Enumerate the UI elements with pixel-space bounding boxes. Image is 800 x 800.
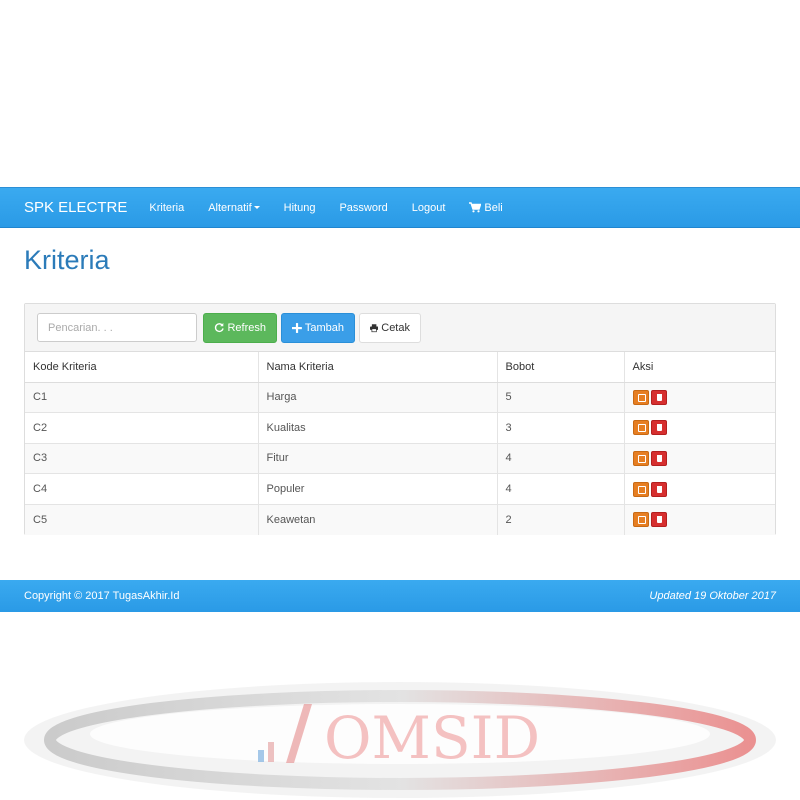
edit-icon[interactable] (632, 512, 649, 528)
refresh-button[interactable]: Refresh (203, 312, 277, 343)
column-header-nama: Nama Kriteria (258, 352, 498, 383)
column-header-aksi: Aksi (624, 352, 775, 383)
toolbar: Refresh Tambah Cetak (25, 304, 775, 352)
nav-item-kriteria[interactable]: Kriteria (149, 202, 184, 214)
nav-item-label: Logout (411, 201, 446, 214)
trash-icon[interactable] (650, 420, 667, 436)
search-input[interactable] (37, 313, 197, 342)
cell-bobot: 4 (497, 473, 625, 505)
cart-icon (469, 202, 482, 213)
omsid-watermark: OMSID (24, 682, 776, 798)
plus-icon (292, 322, 302, 333)
table-row: C4 Populer 4 (25, 473, 775, 505)
footer: Copyright © 2017 TugasAkhir.Id Updated 1… (0, 580, 800, 612)
cell-aksi (624, 442, 775, 474)
cell-aksi (624, 473, 775, 505)
brand-link[interactable]: SPK ELECTRE (24, 199, 127, 216)
footer-copyright: Copyright © 2017 TugasAkhir.Id (24, 590, 180, 602)
nav-item-alternatif[interactable]: Alternatif (208, 201, 260, 214)
edit-icon[interactable] (632, 481, 649, 497)
nav-item-label: Beli (484, 201, 503, 214)
print-label: Cetak (381, 321, 410, 334)
cell-kode: C5 (25, 503, 259, 535)
cell-bobot: 2 (497, 503, 625, 535)
cell-nama: Populer (258, 473, 498, 505)
edit-icon[interactable] (632, 389, 649, 405)
nav-item-beli[interactable]: Beli (469, 201, 503, 214)
cell-bobot: 4 (497, 442, 625, 474)
print-button[interactable]: Cetak (359, 312, 421, 343)
table-row: C3 Fitur 4 (25, 442, 775, 474)
refresh-label: Refresh (227, 321, 266, 334)
nav-item-hitung[interactable]: Hitung (284, 202, 316, 214)
nav-item-password[interactable]: Password (339, 202, 387, 214)
trash-icon[interactable] (650, 450, 667, 466)
cell-kode: C2 (25, 412, 259, 444)
nav-item-label: Kriteria (149, 201, 185, 214)
cell-kode: C3 (25, 442, 259, 474)
nav-item-label: Alternatif (208, 201, 252, 214)
cell-aksi (624, 412, 775, 444)
cell-nama: Harga (258, 381, 498, 413)
trash-icon[interactable] (650, 512, 667, 528)
table-header-row: Kode Kriteria Nama Kriteria Bobot Aksi (25, 352, 775, 383)
cell-bobot: 5 (497, 381, 625, 413)
footer-updated: Updated 19 Oktober 2017 (649, 590, 776, 602)
trash-icon[interactable] (650, 481, 667, 497)
cell-aksi (624, 503, 775, 535)
column-header-kode: Kode Kriteria (25, 352, 259, 383)
cell-kode: C4 (25, 473, 259, 505)
add-label: Tambah (304, 321, 344, 334)
page-title: Kriteria (24, 245, 110, 275)
refresh-icon (214, 323, 224, 333)
table-row: C1 Harga 5 (25, 381, 775, 413)
top-navbar: SPK ELECTRE Kriteria Alternatif Hitung P… (0, 187, 800, 228)
trash-icon[interactable] (650, 389, 667, 405)
add-button[interactable]: Tambah (281, 312, 355, 343)
table-row: C5 Keawetan 2 (25, 503, 775, 535)
nav-item-logout[interactable]: Logout (412, 202, 446, 214)
cell-nama: Fitur (258, 442, 498, 474)
cell-nama: Kualitas (258, 412, 498, 444)
nav-item-label: Hitung (283, 201, 316, 214)
caret-down-icon (253, 206, 260, 209)
nav-item-label: Password (339, 201, 388, 214)
edit-icon[interactable] (632, 450, 649, 466)
column-header-bobot: Bobot (497, 352, 625, 383)
table-row: C2 Kualitas 3 (25, 412, 775, 444)
watermark-text: OMSID (324, 704, 540, 772)
cell-nama: Keawetan (258, 503, 498, 535)
print-icon (370, 323, 379, 332)
cell-kode: C1 (25, 381, 259, 413)
kriteria-panel: Refresh Tambah Cetak Kode Kriteria Nama … (24, 303, 776, 535)
kriteria-table: Kode Kriteria Nama Kriteria Bobot Aksi C… (25, 352, 775, 535)
cell-aksi (624, 381, 775, 413)
edit-icon[interactable] (632, 420, 649, 436)
cell-bobot: 3 (497, 412, 625, 444)
